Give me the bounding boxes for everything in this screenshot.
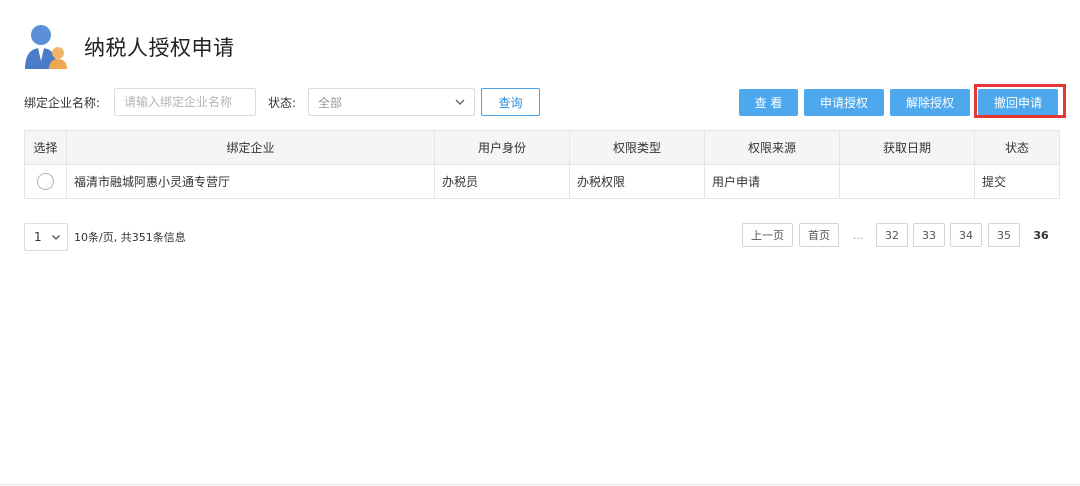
row-radio[interactable] [37,173,54,190]
col-company[interactable]: 绑定企业 [66,130,435,165]
page-size-select[interactable]: 1 [24,223,68,251]
page-32-button[interactable]: 32 [876,223,908,247]
highlight-box [974,84,1066,118]
company-cell: 福清市融城阿惠小灵通专营厅 [66,164,435,199]
col-permission-type[interactable]: 权限类型 [569,130,705,165]
col-select: 选择 [24,130,67,165]
page-header: 纳税人授权申请 [24,22,235,72]
page-34-button[interactable]: 34 [950,223,982,247]
company-name-input[interactable] [114,88,256,116]
col-status[interactable]: 状态 [974,130,1060,165]
col-identity[interactable]: 用户身份 [434,130,570,165]
date-cell [839,164,975,199]
row-select-cell[interactable] [24,164,67,199]
page-size-area: 1 10条/页, 共351条信息 [24,223,186,251]
user-avatar-icon [24,23,70,71]
table-header-row: 选择 绑定企业 用户身份 权限类型 权限来源 获取日期 状态 [24,130,1060,165]
col-date[interactable]: 获取日期 [839,130,975,165]
revoke-auth-button[interactable]: 解除授权 [890,89,970,116]
status-select-value: 全部 [318,95,343,110]
current-page: 36 [1033,228,1049,242]
col-source[interactable]: 权限来源 [704,130,840,165]
status-cell: 提交 [974,164,1060,199]
page-info: 10条/页, 共351条信息 [74,231,186,244]
status-label: 状态: [268,96,297,110]
authorization-table: 选择 绑定企业 用户身份 权限类型 权限来源 获取日期 状态 福清市融城阿惠小灵… [24,130,1060,199]
chevron-down-icon [52,235,60,240]
status-select[interactable]: 全部 [308,88,475,116]
filter-bar: 绑定企业名称: 状态: 全部 查询 查 看 申请授权 解除授权 撤回申请 [24,84,1066,118]
pagination-ellipsis: ... [852,228,864,242]
query-button[interactable]: 查询 [481,88,540,116]
table-row[interactable]: 福清市融城阿惠小灵通专营厅 办税员 办税权限 用户申请 提交 [24,164,1060,199]
page-33-button[interactable]: 33 [913,223,945,247]
identity-cell: 办税员 [434,164,570,199]
page-size-value: 1 [34,230,42,244]
source-cell: 用户申请 [704,164,840,199]
company-name-label: 绑定企业名称: [24,96,101,110]
apply-auth-button[interactable]: 申请授权 [804,89,884,116]
prev-page-button[interactable]: 上一页 [742,223,793,247]
first-page-button[interactable]: 首页 [799,223,839,247]
page-35-button[interactable]: 35 [988,223,1020,247]
page-title: 纳税人授权申请 [84,36,235,60]
chevron-down-icon [455,99,465,105]
permission-type-cell: 办税权限 [569,164,705,199]
divider [0,484,1080,485]
view-button[interactable]: 查 看 [739,89,798,116]
